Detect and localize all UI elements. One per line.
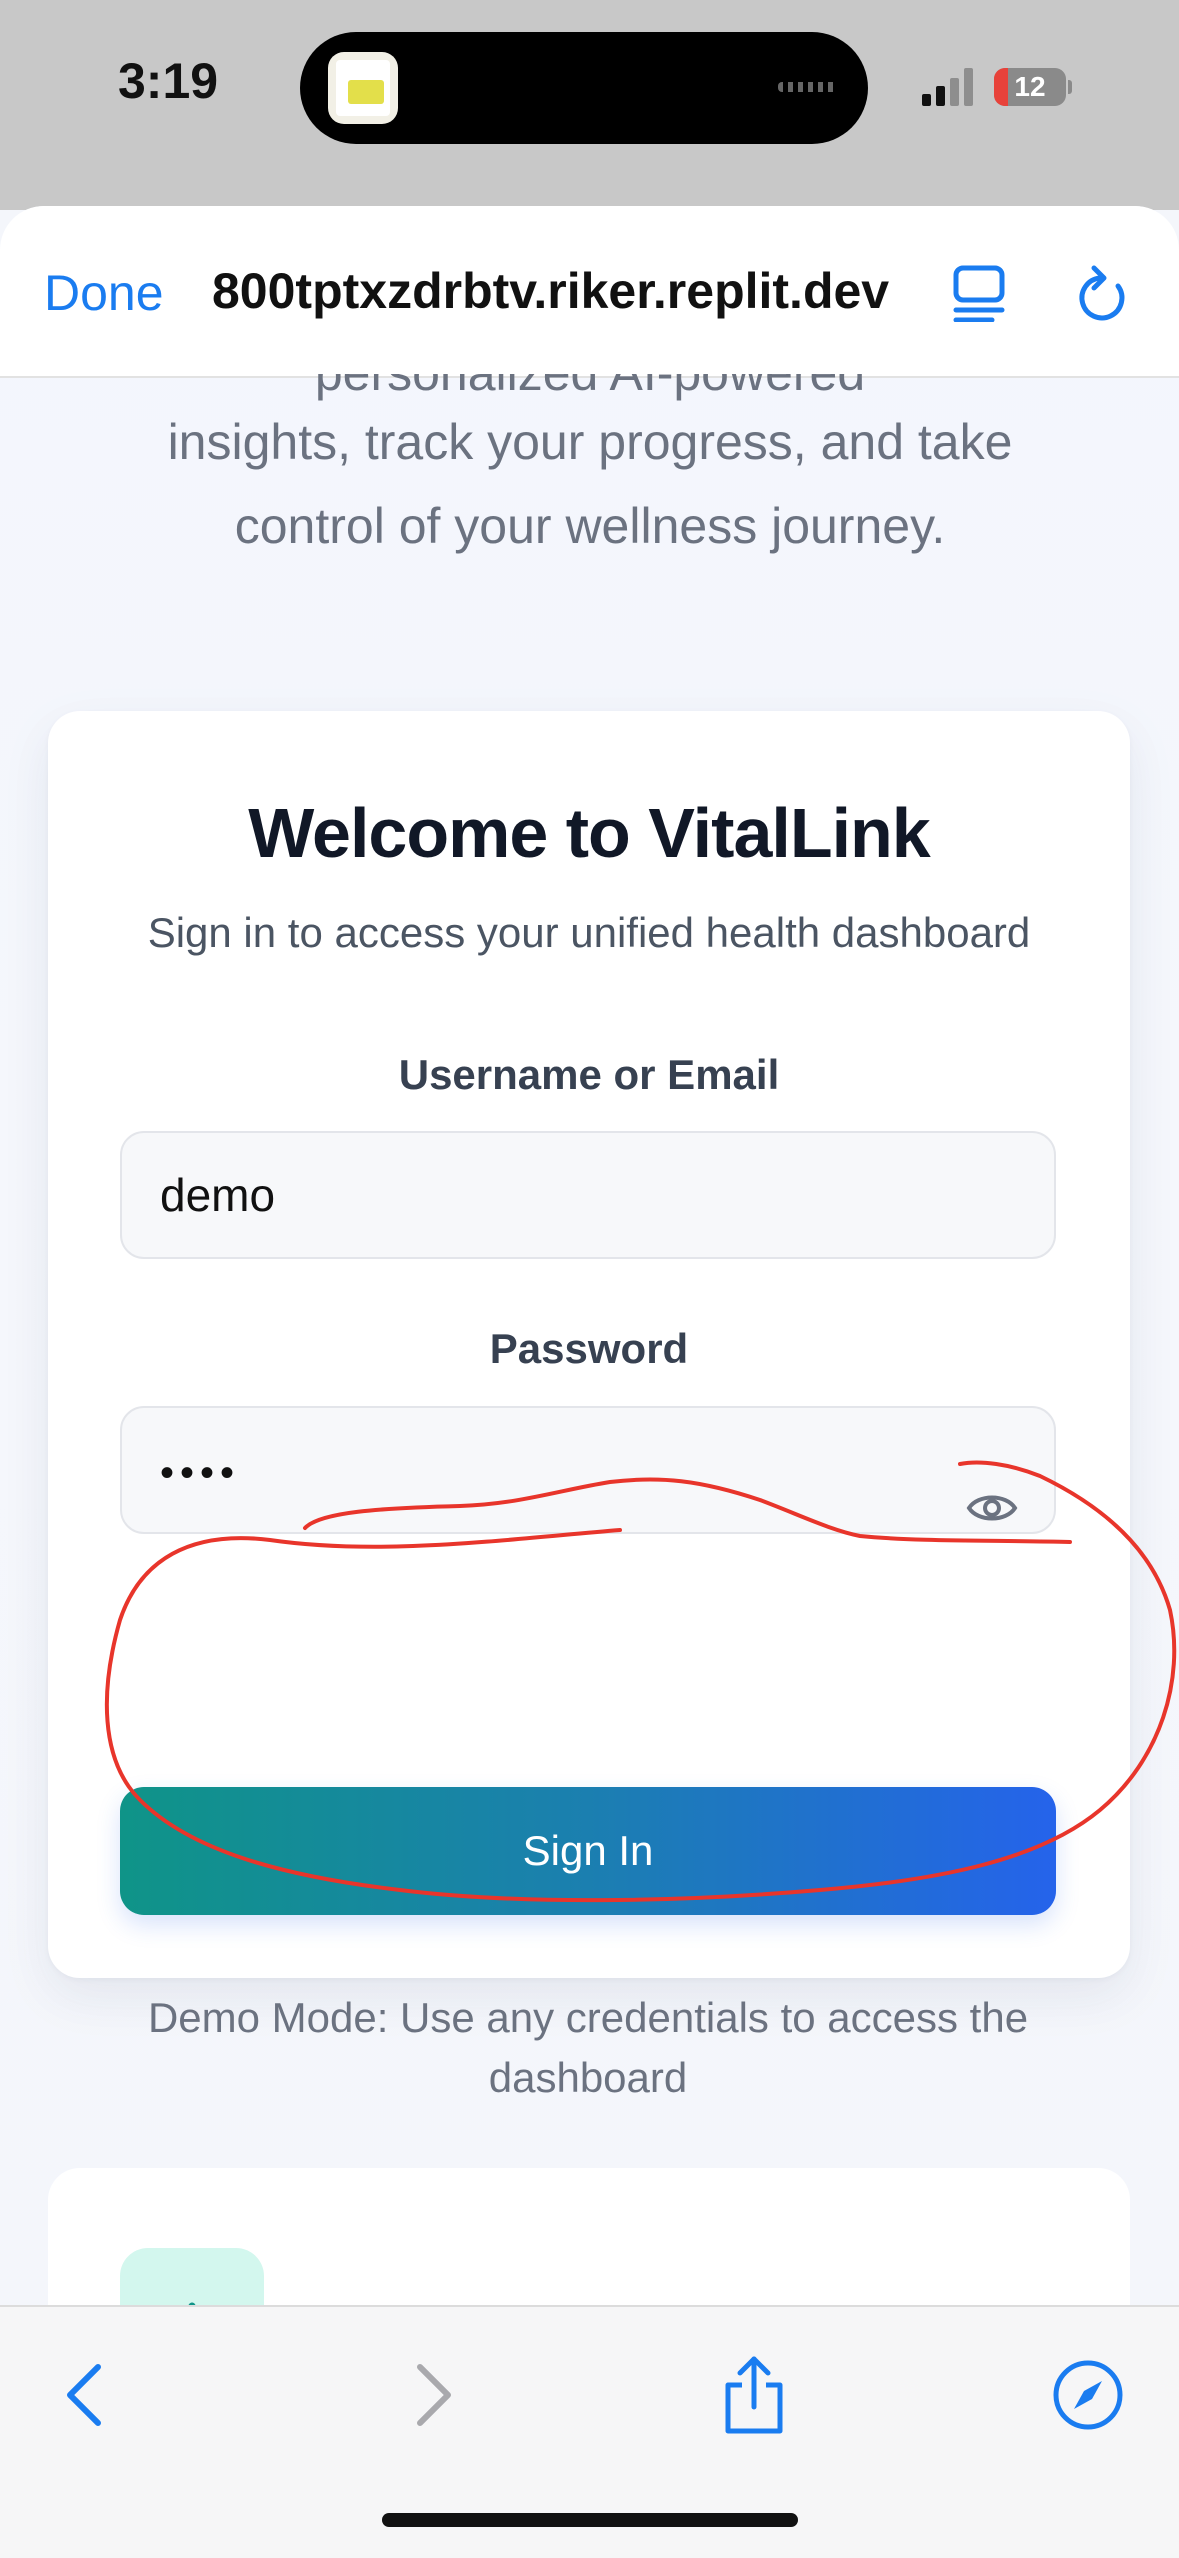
login-card: Welcome to VitalLink Sign in to access y… bbox=[48, 711, 1130, 2101]
reload-icon[interactable] bbox=[1072, 262, 1132, 326]
battery-icon: 12 bbox=[994, 68, 1066, 106]
url-text[interactable]: 800tptxzdrbtv.riker.replit.dev bbox=[212, 262, 912, 320]
share-icon[interactable] bbox=[714, 2355, 794, 2435]
waveform-icon bbox=[778, 82, 838, 92]
done-button[interactable]: Done bbox=[44, 264, 164, 322]
reader-mode-icon[interactable] bbox=[952, 262, 1008, 323]
username-field[interactable]: demo bbox=[120, 1131, 1056, 1259]
home-indicator bbox=[382, 2513, 798, 2527]
password-value: •••• bbox=[160, 1451, 241, 1495]
now-playing-artwork bbox=[328, 52, 398, 124]
login-title: Welcome to VitalLink bbox=[248, 794, 930, 872]
demo-mode-note: Demo Mode: Use any credentials to access… bbox=[147, 1994, 1029, 2101]
hero-text-cutoff: personalized AI-powered bbox=[140, 374, 1040, 402]
battery-percent: 12 bbox=[1014, 71, 1046, 102]
show-password-icon[interactable] bbox=[966, 1450, 1018, 1521]
username-value: demo bbox=[160, 1169, 276, 1221]
back-icon[interactable] bbox=[48, 2355, 128, 2435]
password-field[interactable]: •••• bbox=[120, 1406, 1056, 1534]
status-bar: 3:19 12 bbox=[0, 0, 1179, 210]
login-subtitle: Sign in to access your unified health da… bbox=[147, 909, 1031, 956]
browser-sheet: Done 800tptxzdrbtv.riker.replit.dev pers… bbox=[0, 206, 1179, 2556]
forward-icon[interactable] bbox=[390, 2355, 470, 2435]
clock: 3:19 bbox=[118, 53, 219, 109]
sign-in-button[interactable]: Sign In bbox=[120, 1787, 1056, 1915]
hero-description: insights, track your progress, and take … bbox=[167, 414, 1013, 554]
username-label: Username or Email bbox=[398, 1051, 780, 1098]
url-bar: Done 800tptxzdrbtv.riker.replit.dev bbox=[0, 206, 1179, 378]
cellular-signal-icon bbox=[922, 66, 978, 106]
safari-compass-icon[interactable] bbox=[1048, 2355, 1128, 2435]
password-label: Password bbox=[489, 1325, 689, 1372]
dynamic-island bbox=[300, 32, 868, 144]
